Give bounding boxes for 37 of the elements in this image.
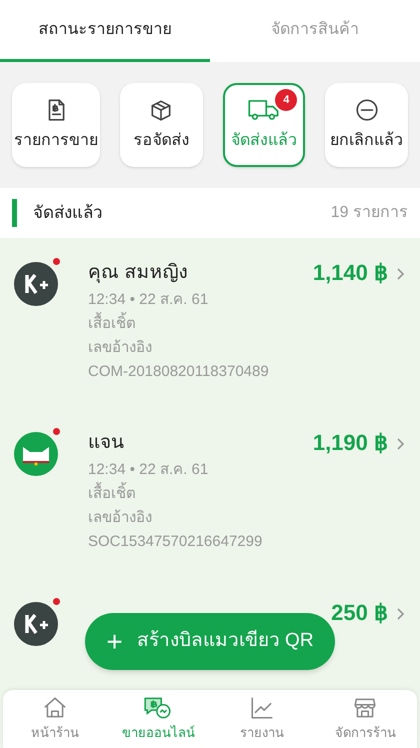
category-button[interactable]: รายการขาย — [12, 83, 100, 167]
avatar-logo-icon — [14, 602, 58, 646]
chevron-right-icon — [396, 607, 406, 621]
nav-tab[interactable]: รายงาน — [210, 690, 314, 748]
chevron-right-icon — [396, 437, 406, 451]
tab[interactable]: สถานะรายการขาย — [0, 0, 210, 62]
product-name: เสื้อเชิ้ต — [88, 312, 313, 336]
avatar-logo-icon — [14, 262, 58, 306]
customer-name: แจน — [88, 431, 125, 455]
section-title: จัดส่งแล้ว — [33, 202, 103, 224]
product-name: เสื้อเชิ้ต — [88, 482, 313, 506]
reference-number: COM-20180820118370489 — [88, 362, 270, 382]
customer-name: คุณ สมหญิง — [88, 261, 188, 285]
truck-icon — [247, 97, 281, 123]
section-accent-bar — [12, 199, 17, 227]
tab[interactable]: จัดการสินค้า — [210, 0, 420, 62]
category-button[interactable]: ยกเลิกแล้ว — [325, 83, 408, 167]
order-amount: 1,140 ฿ — [312, 259, 388, 287]
nav-tab[interactable]: หน้าร้าน — [3, 690, 106, 748]
item-count: 19 รายการ — [330, 203, 408, 223]
order-time: 12:34 • 22 ส.ค. 61 — [88, 460, 210, 480]
order-amount: 1,190 ฿ — [312, 429, 388, 457]
chat-icon — [143, 695, 174, 722]
category-button[interactable]: จัดส่งแล้ว 4 — [222, 83, 306, 167]
reference-label: เลขอ้างอิง — [88, 338, 153, 358]
minus-circle-icon — [354, 97, 380, 123]
chevron-right-icon — [396, 267, 406, 281]
reference-label: เลขอ้างอิง — [88, 508, 153, 528]
nav-tab[interactable]: จัดการร้าน — [314, 690, 417, 748]
nav-tab[interactable]: ขายออนไลน์ — [106, 690, 210, 748]
plus-icon: + — [106, 628, 123, 656]
category-button[interactable]: รอจัดส่ง — [120, 83, 203, 167]
chart-icon — [248, 695, 275, 722]
order-time: 12:34 • 22 ส.ค. 61 — [88, 290, 210, 310]
count-badge: 4 — [275, 89, 298, 111]
cat-avatar-icon — [14, 432, 58, 476]
reference-number: SOC15347570216647299 — [88, 532, 264, 552]
